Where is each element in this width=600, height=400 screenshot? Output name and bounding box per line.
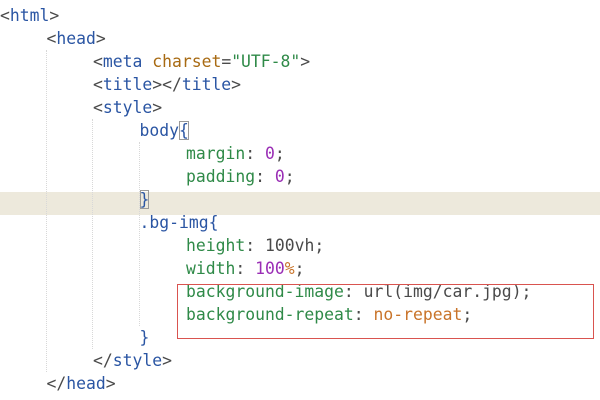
code-token: width [186, 259, 236, 278]
code-token: head [56, 29, 96, 48]
code-token: } [139, 190, 150, 209]
code-token: : [255, 167, 275, 186]
code-token: style [112, 351, 163, 370]
code-token: < [0, 6, 10, 25]
code-token: title [102, 75, 153, 94]
code-token: ; [314, 236, 325, 255]
code-token: .bg-img{ [139, 213, 219, 232]
code-token: </ [93, 351, 113, 370]
code-token: > [105, 374, 116, 393]
code-token: % [284, 259, 295, 278]
code-token: : [235, 259, 256, 278]
code-line[interactable]: body{ [140, 119, 189, 142]
indent-guide [92, 119, 93, 349]
code-token: 0 [274, 167, 285, 186]
code-token: ; [274, 144, 285, 163]
current-line-highlight [0, 192, 600, 215]
indent-guide [139, 142, 140, 326]
code-token: = [221, 52, 232, 71]
code-token: html [9, 6, 50, 25]
code-token: style [102, 98, 153, 117]
code-line[interactable]: </style> [93, 349, 172, 372]
code-token: </ [46, 374, 67, 393]
code-token: height [186, 236, 246, 255]
code-token: > [162, 351, 172, 370]
code-token: ></ [152, 75, 182, 94]
code-token: "UTF-8" [231, 52, 301, 71]
code-line[interactable]: } [140, 326, 150, 349]
code-token: > [300, 52, 311, 71]
code-token: padding [186, 167, 256, 186]
code-line[interactable]: <style> [93, 96, 162, 119]
code-token: < [46, 29, 57, 48]
code-token: 0 [264, 144, 275, 163]
code-token: meta [102, 52, 143, 71]
code-line[interactable]: <meta charset="UTF-8"> [93, 50, 310, 73]
code-token: charset [152, 52, 222, 71]
code-token: > [49, 6, 60, 25]
code-token: 100vh [264, 236, 315, 255]
code-token: ; [284, 167, 295, 186]
code-line[interactable]: height: 100vh; [186, 234, 324, 257]
code-line[interactable]: margin: 0; [186, 142, 285, 165]
code-token: < [93, 98, 103, 117]
code-token: } [139, 328, 150, 347]
code-token: : [245, 144, 265, 163]
annotation-highlight-box [177, 284, 594, 339]
code-token: < [93, 52, 103, 71]
code-line[interactable]: <head> [47, 27, 106, 50]
code-line[interactable]: <html> [0, 4, 59, 27]
code-line[interactable]: </head> [47, 372, 116, 395]
code-line[interactable]: padding: 0; [186, 165, 295, 188]
code-token: 100 [255, 259, 285, 278]
code-token: ; [294, 259, 305, 278]
code-editor[interactable]: <html> <head> <meta charset="UTF-8"> <title… [0, 0, 600, 400]
code-line[interactable]: width: 100%; [186, 257, 304, 280]
indent-guide [46, 50, 47, 372]
code-line[interactable]: <title></title> [93, 73, 241, 96]
code-token: head [66, 374, 106, 393]
code-token: < [93, 75, 103, 94]
code-token: title [181, 75, 232, 94]
code-token: > [152, 98, 163, 117]
code-line[interactable]: } [139, 188, 150, 211]
code-line[interactable]: .bg-img{ [140, 211, 219, 234]
code-token: : [245, 236, 265, 255]
code-token: > [95, 29, 106, 48]
code-token: margin [186, 144, 246, 163]
code-token: { [178, 121, 189, 140]
code-token: > [231, 75, 242, 94]
code-token: body [139, 121, 179, 140]
